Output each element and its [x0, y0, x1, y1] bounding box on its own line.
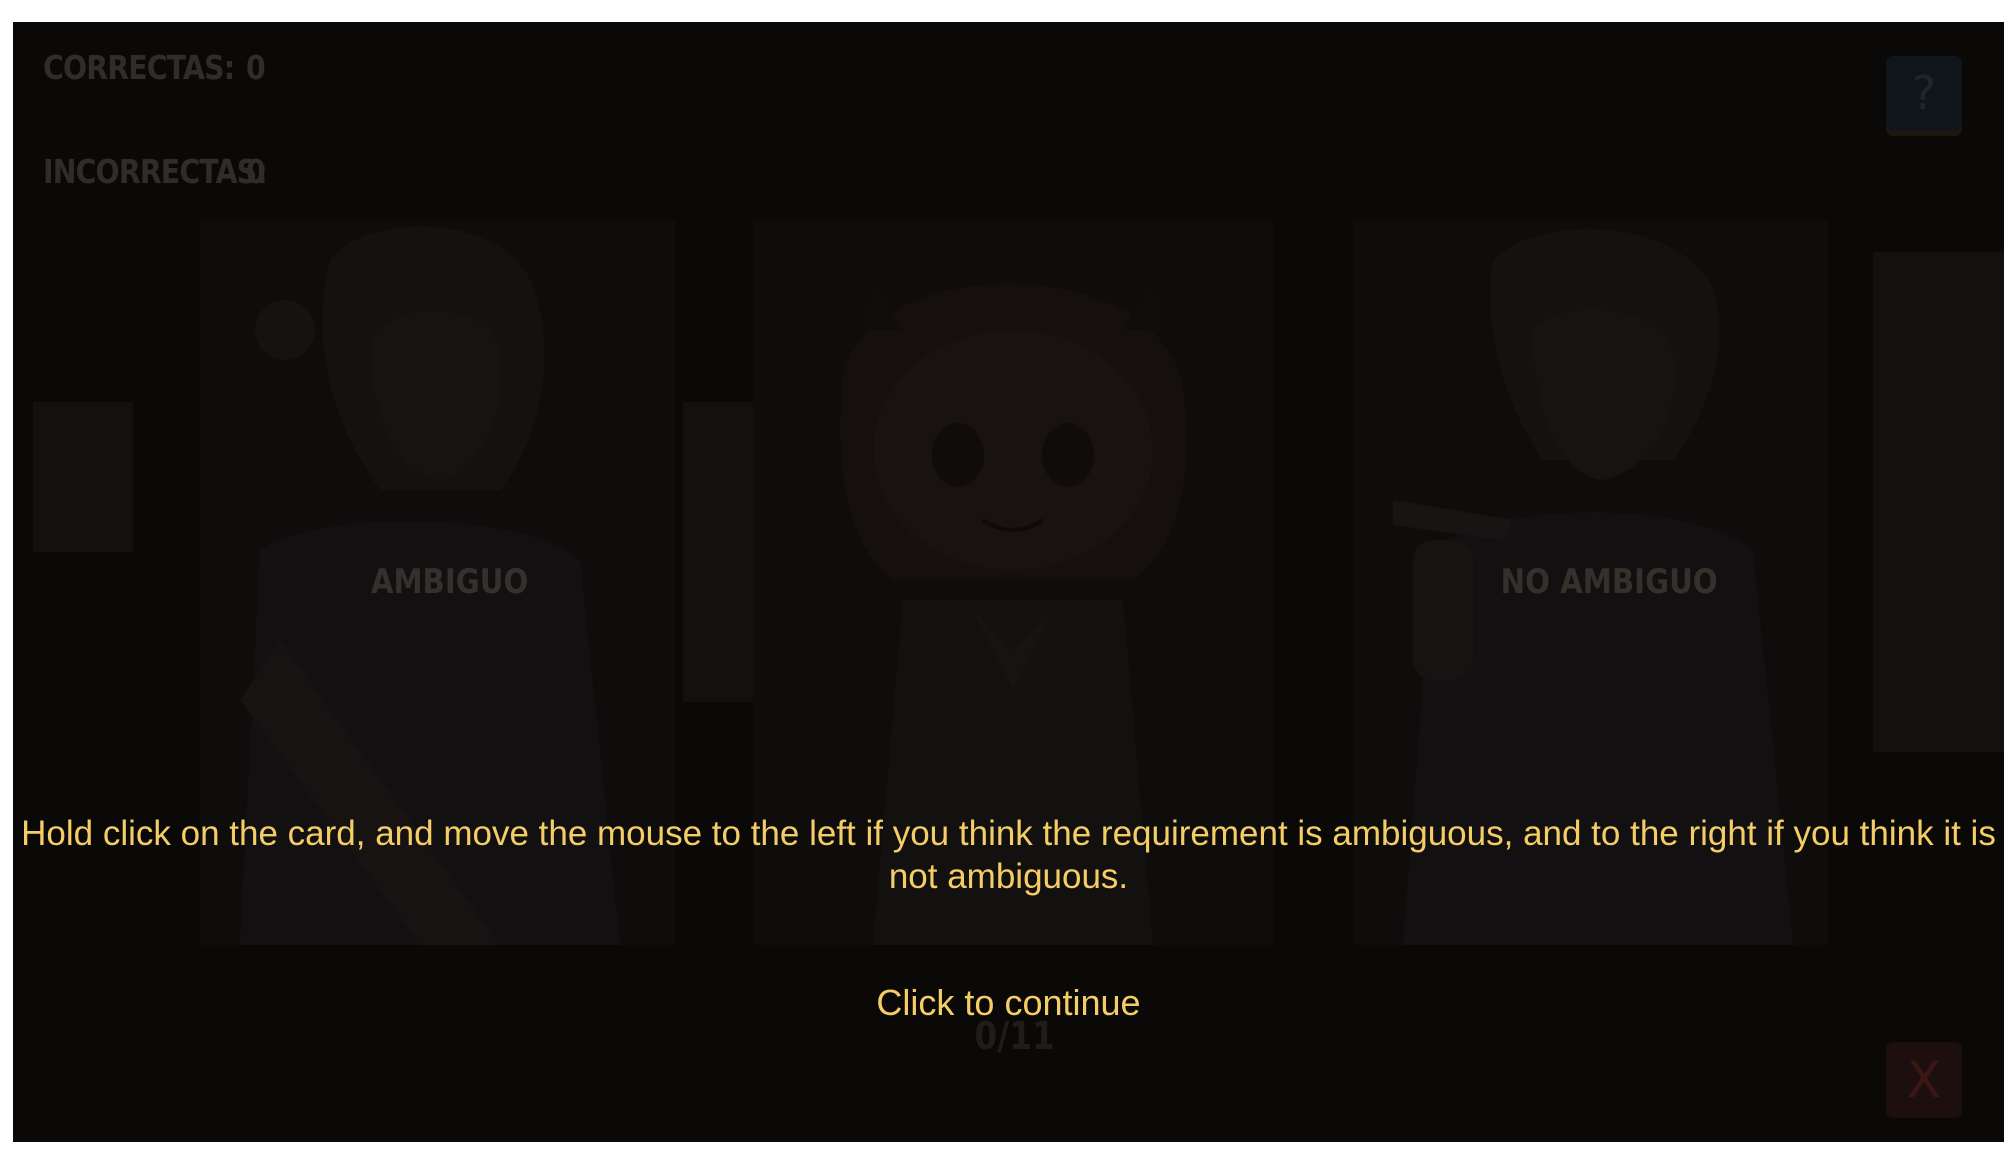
- continue-prompt[interactable]: Click to continue: [13, 982, 2004, 1024]
- correct-counter: CORRECTAS: 0: [43, 48, 266, 87]
- question-mark-icon: ?: [1911, 66, 1937, 120]
- incorrect-value: 0: [245, 152, 266, 191]
- background-door-right: [1873, 252, 2004, 752]
- incorrect-label: INCORRECTAS:: [43, 152, 268, 191]
- background-window-left: [33, 402, 133, 552]
- close-icon: X: [1906, 1051, 1942, 1109]
- not-ambiguous-zone-label: NO AMBIGUO: [1500, 562, 1718, 602]
- game-screen: CORRECTAS: 0 INCORRECTAS: 0 AMBIGUO NO A…: [13, 22, 2004, 1142]
- correct-value: 0: [245, 48, 266, 87]
- incorrect-counter: INCORRECTAS: 0: [43, 152, 268, 191]
- ambiguous-zone-label: AMBIGUO: [370, 562, 529, 602]
- help-button[interactable]: ?: [1886, 56, 1962, 130]
- close-button[interactable]: X: [1886, 1042, 1962, 1118]
- background-shelf: [683, 402, 753, 702]
- correct-label: CORRECTAS:: [43, 48, 235, 87]
- tutorial-instruction: Hold click on the card, and move the mou…: [21, 814, 1996, 896]
